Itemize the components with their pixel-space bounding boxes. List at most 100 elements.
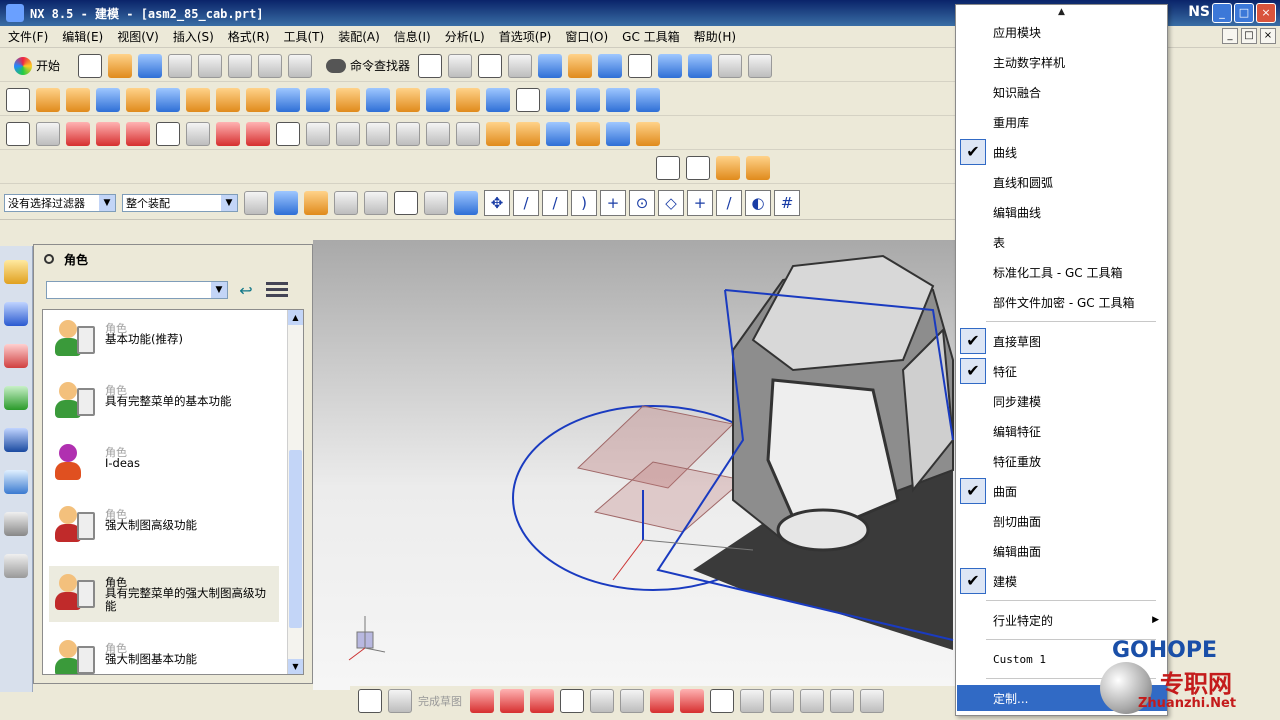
n-sided-surface-icon[interactable]: [636, 121, 660, 146]
hole-icon[interactable]: [126, 87, 150, 112]
menu-preferences[interactable]: 首选项(P): [499, 28, 552, 45]
cut-icon[interactable]: [168, 53, 193, 78]
menu-gc-toolbox[interactable]: GC 工具箱: [622, 28, 680, 45]
menu-item-edit-curve[interactable]: 编辑曲线: [957, 199, 1167, 225]
snap-control-icon[interactable]: ): [571, 189, 597, 216]
fillet-icon[interactable]: [590, 689, 614, 713]
scroll-down-icon[interactable]: ▼: [288, 659, 303, 674]
select-body-icon[interactable]: [424, 190, 448, 215]
assembly-constraints-icon[interactable]: [718, 53, 743, 78]
menu-item-knowledge-fusion[interactable]: 知识融合: [957, 79, 1167, 105]
rectangle-icon[interactable]: [216, 121, 240, 146]
shell-icon[interactable]: [396, 87, 420, 112]
snap-on-curve-icon[interactable]: /: [716, 189, 742, 216]
back-arrow-icon[interactable]: ↩: [236, 281, 256, 300]
process-studio-icon[interactable]: [4, 470, 28, 494]
extend-icon[interactable]: [800, 689, 824, 713]
triangle-icon[interactable]: [656, 155, 680, 180]
fillet-icon[interactable]: [186, 121, 210, 146]
line-icon[interactable]: [96, 121, 120, 146]
history-icon[interactable]: [4, 512, 28, 536]
cone-icon[interactable]: [576, 87, 600, 112]
menu-assembly[interactable]: 装配(A): [338, 28, 380, 45]
part-navigator-icon[interactable]: [4, 344, 28, 368]
graphics-window[interactable]: [313, 240, 955, 690]
select-component-icon[interactable]: [454, 190, 478, 215]
pin-icon[interactable]: [44, 254, 54, 264]
background-icon[interactable]: [628, 53, 653, 78]
menu-view[interactable]: 视图(V): [117, 28, 159, 45]
reuse-library-icon[interactable]: [4, 386, 28, 410]
revolve-icon[interactable]: [66, 87, 90, 112]
surface-icon[interactable]: [606, 87, 630, 112]
quick-trim-icon[interactable]: [366, 121, 390, 146]
menu-item-modeling[interactable]: ✔ 建模: [957, 568, 1167, 594]
orient-view-icon[interactable]: [538, 53, 563, 78]
gears-icon[interactable]: [746, 155, 770, 180]
role-item[interactable]: 角色 基本功能(推荐): [49, 312, 279, 368]
profile-icon[interactable]: [470, 689, 494, 713]
corner-icon[interactable]: [830, 689, 854, 713]
grid-icon[interactable]: #: [774, 189, 800, 216]
menu-item-reuse-library[interactable]: 重用库: [957, 109, 1167, 135]
menu-scroll-up-icon[interactable]: ▲: [956, 5, 1167, 19]
nx-app-icon[interactable]: [6, 4, 24, 22]
menu-info[interactable]: 信息(I): [394, 28, 431, 45]
point-icon[interactable]: [710, 689, 734, 713]
join-curve-icon[interactable]: [576, 121, 600, 146]
menu-item-edit-surface[interactable]: 编辑曲面: [957, 538, 1167, 564]
wcs-icon[interactable]: [598, 53, 623, 78]
system-materials-icon[interactable]: [4, 554, 28, 578]
spark-icon[interactable]: [716, 155, 740, 180]
offset-curve-icon[interactable]: [336, 121, 360, 146]
touch-mode-icon[interactable]: [448, 53, 473, 78]
role-item[interactable]: 角色 I-deas: [49, 436, 279, 492]
start-button[interactable]: 开始: [6, 54, 68, 78]
command-finder-button[interactable]: 命令查找器: [326, 57, 410, 74]
profile-icon[interactable]: [66, 121, 90, 146]
assembly-nav-icon[interactable]: [658, 53, 683, 78]
maximize-button[interactable]: □: [1234, 3, 1254, 23]
paste-icon[interactable]: [228, 53, 253, 78]
menu-item-standardization-tools[interactable]: 标准化工具 - GC 工具箱: [957, 259, 1167, 285]
assembly-navigator-icon[interactable]: [4, 260, 28, 284]
role-item[interactable]: 角色 强大制图基本功能: [49, 632, 279, 674]
list-view-icon[interactable]: [264, 279, 290, 299]
role-item[interactable]: 角色 强大制图高级功能: [49, 498, 279, 554]
point-icon[interactable]: [276, 121, 300, 146]
snap-existing-point-icon[interactable]: +: [687, 189, 713, 216]
snap-midpoint-icon[interactable]: /: [542, 189, 568, 216]
cylinder-icon[interactable]: [546, 87, 570, 112]
constraint-icon[interactable]: [456, 121, 480, 146]
copy-icon[interactable]: [198, 53, 223, 78]
rectangle-select-icon[interactable]: [394, 190, 418, 215]
bridge-curve-icon[interactable]: [546, 121, 570, 146]
constraints-icon[interactable]: [860, 689, 884, 713]
spline-icon[interactable]: [680, 689, 704, 713]
snap-endpoint-icon[interactable]: /: [513, 189, 539, 216]
roles-scrollbar[interactable]: ▲ ▼: [287, 310, 303, 674]
arc-icon[interactable]: [530, 689, 554, 713]
new-file-icon[interactable]: [78, 53, 103, 78]
menu-item-table[interactable]: 表: [957, 229, 1167, 255]
roles-filter-dropdown[interactable]: ▼: [46, 281, 228, 299]
snap-enable-icon[interactable]: ✥: [484, 189, 510, 216]
select-features-icon[interactable]: [244, 190, 268, 215]
scroll-up-icon[interactable]: ▲: [288, 310, 303, 325]
polygon-icon[interactable]: [740, 689, 764, 713]
menu-analysis[interactable]: 分析(L): [445, 28, 485, 45]
menu-item-synchronous-modeling[interactable]: 同步建模: [957, 388, 1167, 414]
menu-item-application[interactable]: 应用模块: [957, 19, 1167, 45]
snap-quadrant-icon[interactable]: ◇: [658, 189, 684, 216]
redo-icon[interactable]: [288, 53, 313, 78]
menu-item-section-surface[interactable]: 剖切曲面: [957, 508, 1167, 534]
minimize-button[interactable]: _: [1212, 3, 1232, 23]
select-edges-icon[interactable]: [364, 190, 388, 215]
sketch-icon[interactable]: [6, 87, 30, 112]
trim-icon[interactable]: [770, 689, 794, 713]
save-icon[interactable]: [138, 53, 163, 78]
menu-item-industry-specific[interactable]: 行业特定的 ▶: [957, 607, 1167, 633]
offset-face-icon[interactable]: [456, 87, 480, 112]
draft-icon[interactable]: [426, 87, 450, 112]
fit-view-icon[interactable]: [478, 53, 503, 78]
